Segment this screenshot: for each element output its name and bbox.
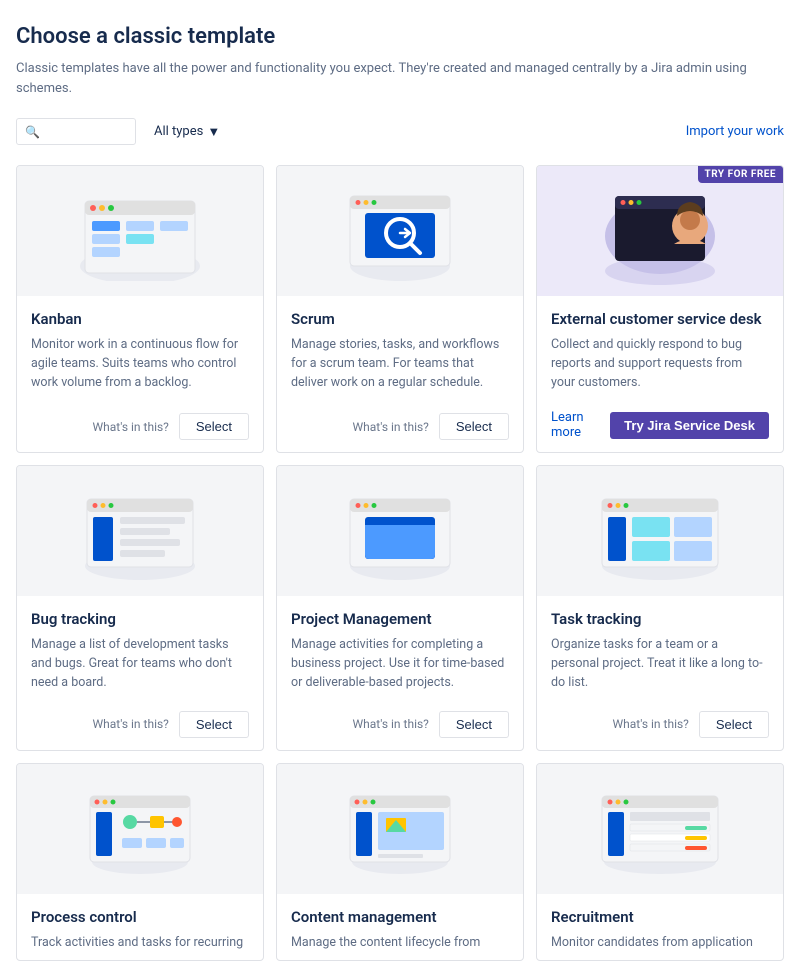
card-body-kanban: Kanban Monitor work in a continuous flow… [17, 296, 263, 403]
bug-tracking-illustration [75, 481, 205, 581]
card-footer-kanban: What's in this? Select [17, 403, 263, 452]
project-management-illustration [340, 481, 460, 581]
whats-in-link-project-management[interactable]: What's in this? [353, 717, 429, 731]
card-desc-service-desk: Collect and quickly respond to bug repor… [551, 336, 769, 392]
whats-in-link-bug-tracking[interactable]: What's in this? [93, 717, 169, 731]
card-body-bug-tracking: Bug tracking Manage a list of developmen… [17, 596, 263, 700]
try-for-free-badge: TRY FOR FREE [698, 166, 783, 183]
card-title-scrum: Scrum [291, 310, 509, 328]
card-title-content-management: Content management [291, 908, 509, 926]
card-body-scrum: Scrum Manage stories, tasks, and workflo… [277, 296, 523, 403]
card-image-kanban [17, 166, 263, 296]
card-desc-recruitment: Monitor candidates from application [551, 934, 769, 953]
card-task-tracking: Task tracking Organize tasks for a team … [536, 465, 784, 750]
card-project-management: Project Management Manage activities for… [276, 465, 524, 750]
card-footer-bug-tracking: What's in this? Select [17, 701, 263, 750]
card-title-process-control: Process control [31, 908, 249, 926]
content-management-illustration [340, 784, 460, 874]
card-body-task-tracking: Task tracking Organize tasks for a team … [537, 596, 783, 700]
card-desc-project-management: Manage activities for completing a busin… [291, 636, 509, 692]
card-desc-content-management: Manage the content lifecycle from [291, 934, 509, 953]
search-icon: 🔍 [25, 125, 40, 139]
card-image-project-management [277, 466, 523, 596]
card-desc-task-tracking: Organize tasks for a team or a personal … [551, 636, 769, 692]
card-desc-process-control: Track activities and tasks for recurring [31, 934, 249, 953]
select-button-project-management[interactable]: Select [439, 711, 509, 738]
process-control-illustration [80, 784, 200, 874]
scrum-illustration [340, 181, 460, 281]
page-title: Choose a classic template [16, 24, 784, 49]
card-kanban: Kanban Monitor work in a continuous flow… [16, 165, 264, 453]
card-footer-project-management: What's in this? Select [277, 701, 523, 750]
card-content-management: Content management Manage the content li… [276, 763, 524, 962]
card-body-project-management: Project Management Manage activities for… [277, 596, 523, 700]
card-desc-kanban: Monitor work in a continuous flow for ag… [31, 336, 249, 395]
card-desc-scrum: Manage stories, tasks, and workflows for… [291, 336, 509, 395]
search-input[interactable] [40, 124, 120, 139]
search-box[interactable]: 🔍 [16, 118, 136, 145]
card-image-task-tracking [537, 466, 783, 596]
page-container: Choose a classic template Classic templa… [0, 0, 800, 977]
card-recruitment: Recruitment Monitor candidates from appl… [536, 763, 784, 962]
card-body-process-control: Process control Track activities and tas… [17, 894, 263, 961]
card-body-recruitment: Recruitment Monitor candidates from appl… [537, 894, 783, 961]
card-footer-task-tracking: What's in this? Select [537, 701, 783, 750]
toolbar: 🔍 All types ▼ Import your work [16, 118, 784, 145]
select-button-kanban[interactable]: Select [179, 413, 249, 440]
card-title-service-desk: External customer service desk [551, 310, 769, 328]
import-link[interactable]: Import your work [686, 124, 784, 139]
recruitment-illustration [590, 784, 730, 874]
whats-in-link-scrum[interactable]: What's in this? [353, 420, 429, 434]
kanban-illustration [70, 181, 210, 281]
page-subtitle: Classic templates have all the power and… [16, 59, 784, 98]
toolbar-left: 🔍 All types ▼ [16, 118, 228, 145]
card-body-service-desk: External customer service desk Collect a… [537, 296, 783, 400]
card-footer-scrum: What's in this? Select [277, 403, 523, 452]
card-image-process-control [17, 764, 263, 894]
card-image-service-desk: TRY FOR FREE [537, 166, 783, 296]
card-image-content-management [277, 764, 523, 894]
card-image-recruitment [537, 764, 783, 894]
whats-in-link-task-tracking[interactable]: What's in this? [613, 717, 689, 731]
card-bug-tracking: Bug tracking Manage a list of developmen… [16, 465, 264, 750]
card-body-content-management: Content management Manage the content li… [277, 894, 523, 961]
card-footer-service-desk: Learn more Try Jira Service Desk [537, 400, 783, 452]
chevron-down-icon: ▼ [207, 124, 220, 140]
select-button-task-tracking[interactable]: Select [699, 711, 769, 738]
card-service-desk: TRY FOR FREE [536, 165, 784, 453]
card-title-recruitment: Recruitment [551, 908, 769, 926]
task-tracking-illustration [590, 481, 730, 581]
card-image-bug-tracking [17, 466, 263, 596]
card-title-project-management: Project Management [291, 610, 509, 628]
select-button-bug-tracking[interactable]: Select [179, 711, 249, 738]
learn-more-link[interactable]: Learn more [551, 410, 600, 440]
card-title-kanban: Kanban [31, 310, 249, 328]
select-button-scrum[interactable]: Select [439, 413, 509, 440]
card-title-bug-tracking: Bug tracking [31, 610, 249, 628]
service-desk-illustration [590, 176, 730, 286]
filter-dropdown[interactable]: All types ▼ [146, 119, 228, 145]
try-service-desk-button[interactable]: Try Jira Service Desk [610, 412, 769, 439]
card-desc-bug-tracking: Manage a list of development tasks and b… [31, 636, 249, 692]
card-process-control: Process control Track activities and tas… [16, 763, 264, 962]
card-title-task-tracking: Task tracking [551, 610, 769, 628]
card-scrum: Scrum Manage stories, tasks, and workflo… [276, 165, 524, 453]
filter-label: All types [154, 124, 203, 139]
whats-in-link-kanban[interactable]: What's in this? [93, 420, 169, 434]
card-image-scrum [277, 166, 523, 296]
